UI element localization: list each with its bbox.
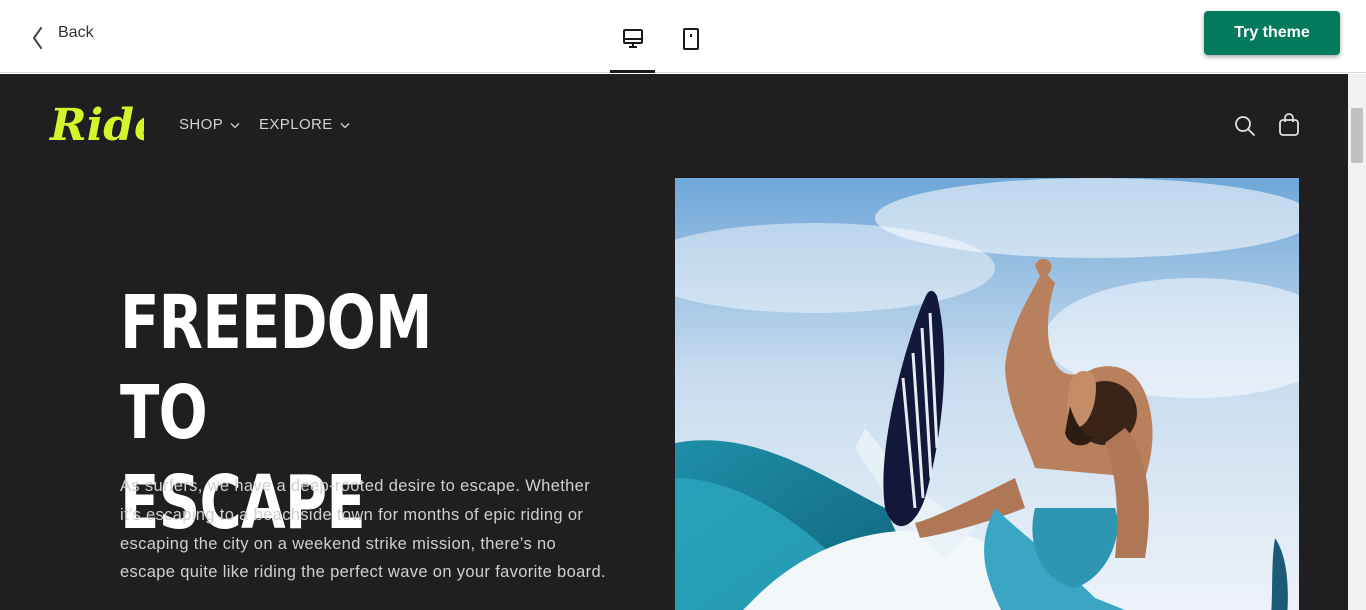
cart-icon: [1279, 113, 1299, 136]
chevron-down-icon: [340, 123, 350, 129]
nav-shop-label: SHOP: [179, 116, 224, 133]
store-preview: Ride SHOP EXPLORE FREEDOM TO ESCAPE As s…: [0, 74, 1348, 610]
chevron-left-icon: [33, 27, 42, 49]
svg-text:Ride: Ride: [48, 100, 144, 151]
try-theme-button[interactable]: Try theme: [1204, 11, 1340, 55]
preview-toolbar: Back Try theme: [0, 0, 1366, 73]
hero-image: [675, 178, 1299, 610]
back-button[interactable]: Back: [30, 20, 94, 52]
hero-heading-line1: FREEDOM TO: [120, 280, 432, 456]
search-icon: [1235, 116, 1255, 136]
hero-body: As surfers, we have a deep-rooted desire…: [120, 477, 606, 582]
store-logo[interactable]: Ride: [48, 98, 162, 159]
desktop-icon: [622, 29, 643, 48]
nav-explore-label: EXPLORE: [259, 116, 333, 133]
desktop-view-button[interactable]: [610, 18, 655, 73]
mobile-icon: [682, 28, 699, 50]
ride-logo: Ride: [48, 100, 162, 151]
nav-shop[interactable]: SHOP: [179, 116, 240, 133]
mobile-view-button[interactable]: [668, 18, 713, 73]
chevron-down-icon: [230, 123, 240, 129]
scrollbar-thumb[interactable]: [1351, 108, 1363, 163]
surfer-photo: [675, 178, 1299, 610]
search-button[interactable]: [1234, 115, 1256, 142]
cart-button[interactable]: [1278, 113, 1300, 142]
nav-explore[interactable]: EXPLORE: [259, 116, 350, 133]
back-label: Back: [58, 24, 94, 41]
